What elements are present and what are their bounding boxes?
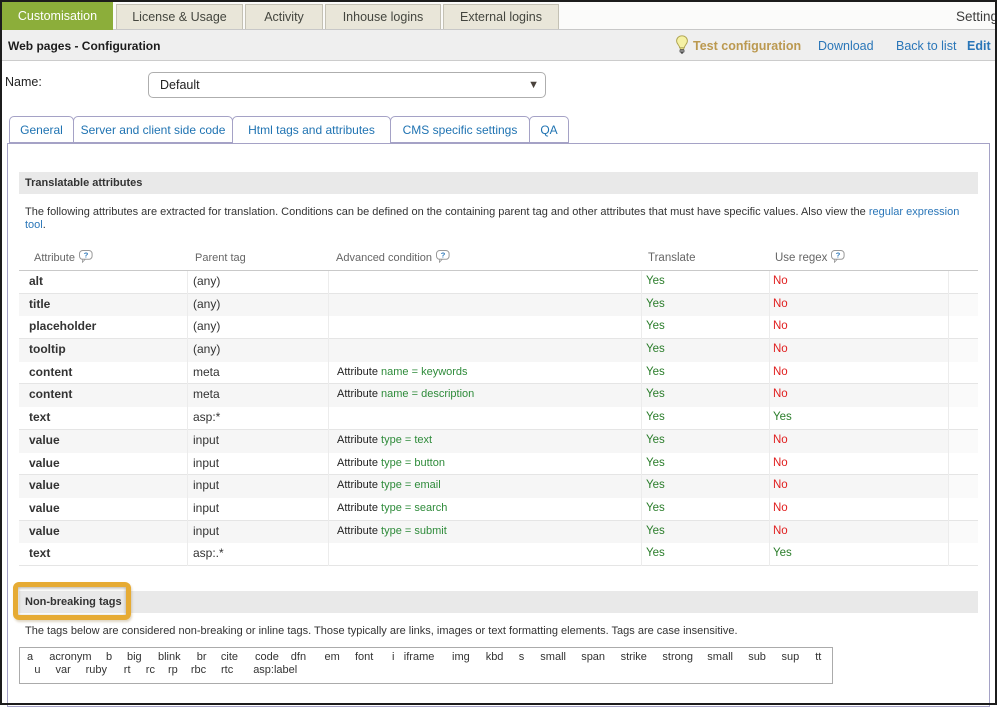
svg-text:?: ?: [441, 251, 446, 260]
svg-text:?: ?: [836, 251, 841, 260]
svg-text:?: ?: [84, 251, 89, 260]
